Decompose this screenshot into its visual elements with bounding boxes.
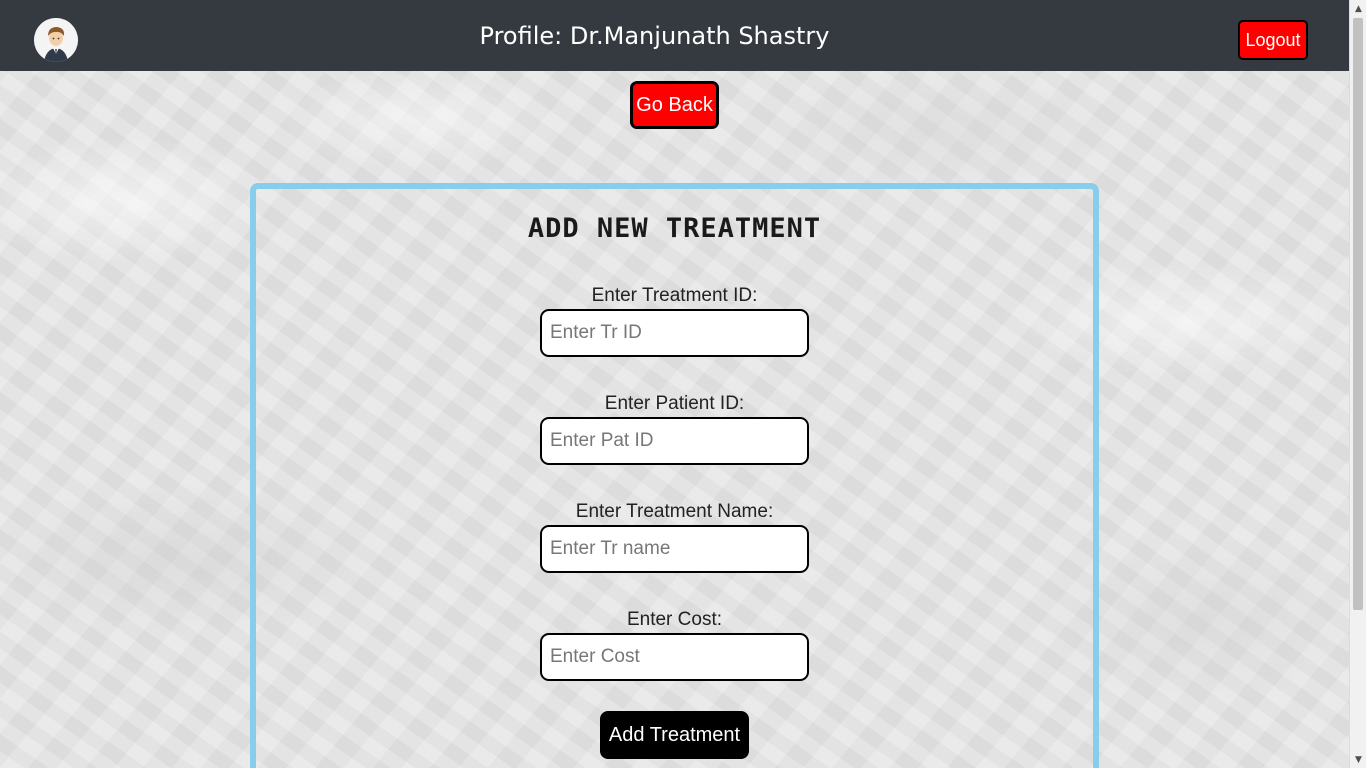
treatment-id-label: Enter Treatment ID:: [591, 285, 758, 306]
scroll-down-arrow-icon[interactable]: ▼: [1350, 751, 1366, 768]
add-treatment-button[interactable]: Add Treatment: [600, 711, 749, 759]
form-title: ADD NEW TREATMENT: [527, 213, 822, 244]
top-navbar: Profile: Dr.Manjunath Shastry Logout: [0, 0, 1349, 71]
cost-label: Enter Cost:: [626, 609, 723, 630]
scroll-up-arrow-icon[interactable]: ▲: [1350, 0, 1366, 17]
scroll-thumb[interactable]: [1353, 18, 1363, 610]
profile-title: Profile: Dr.Manjunath Shastry: [479, 22, 830, 50]
go-back-button[interactable]: Go Back: [630, 81, 719, 129]
patient-id-input[interactable]: [540, 417, 809, 465]
treatment-name-label: Enter Treatment Name:: [575, 501, 774, 522]
treatment-name-input[interactable]: [540, 525, 809, 573]
vertical-scrollbar[interactable]: ▲ ▼: [1349, 0, 1366, 768]
treatment-id-input[interactable]: [540, 309, 809, 357]
patient-id-label: Enter Patient ID:: [604, 393, 745, 414]
logout-button[interactable]: Logout: [1238, 20, 1308, 60]
cost-input[interactable]: [540, 633, 809, 681]
